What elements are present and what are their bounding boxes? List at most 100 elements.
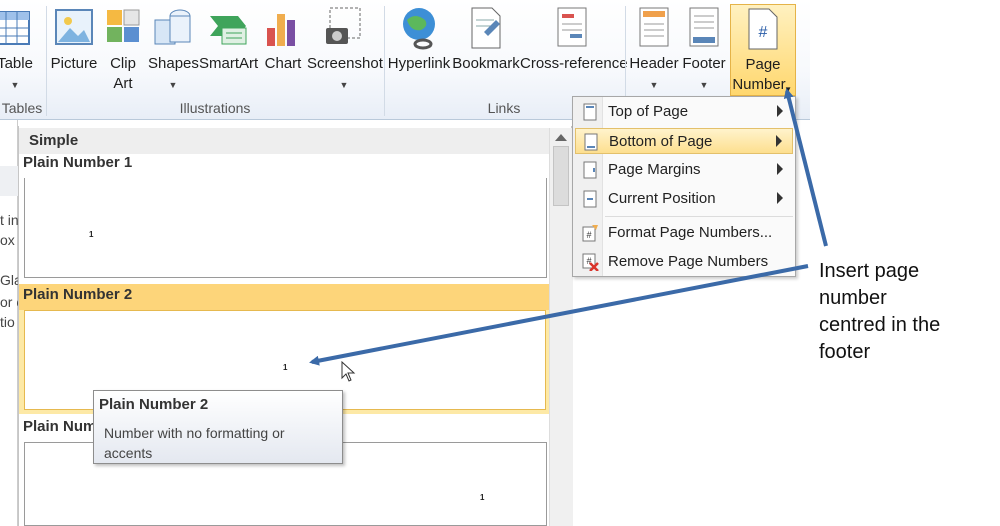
- document-text: or c: [0, 294, 18, 310]
- chevron-down-icon: ▼: [649, 80, 659, 90]
- menu-item-label: Page Margins: [608, 161, 701, 178]
- chevron-down-icon: ▼: [10, 80, 20, 90]
- format-page-numbers-icon: #: [582, 225, 598, 242]
- clip-art-label-2: Art: [113, 75, 133, 92]
- document-text: tio: [0, 314, 15, 330]
- tooltip-description: Number with no formatting or accents: [104, 425, 285, 461]
- page-number-button[interactable]: # Page Number ▼: [730, 4, 796, 96]
- smartart-label: SmartArt: [199, 55, 259, 72]
- smartart-button[interactable]: SmartArt: [199, 4, 259, 96]
- shapes-label: Shapes: [148, 55, 199, 72]
- gallery-item-plain-number-1[interactable]: 1: [24, 178, 547, 278]
- screenshot-label: Screenshot: [307, 55, 383, 72]
- group-divider: [46, 6, 47, 116]
- hyperlink-button[interactable]: Hyperlink: [386, 4, 452, 96]
- submenu-arrow-icon: [777, 105, 783, 117]
- footer-label: Footer: [682, 55, 726, 72]
- submenu-arrow-icon: [777, 163, 783, 175]
- menu-item-label: Remove Page Numbers: [608, 253, 769, 270]
- shapes-button[interactable]: Shapes ▼: [148, 4, 199, 96]
- page-number-icon: #: [748, 8, 778, 50]
- page-number-preview: 1: [480, 493, 485, 502]
- screenshot-button[interactable]: Screenshot ▼: [307, 4, 383, 96]
- remove-page-numbers-icon: #: [582, 253, 599, 271]
- document-shade: [0, 166, 18, 196]
- group-divider: [384, 6, 385, 116]
- menu-item-label: Current Position: [608, 190, 716, 207]
- group-illustrations-label: Illustrations: [179, 100, 251, 116]
- svg-text:#: #: [586, 230, 591, 240]
- chevron-down-icon: ▼: [699, 80, 709, 90]
- chart-button[interactable]: Chart: [260, 4, 306, 96]
- chart-icon: [267, 14, 295, 46]
- table-label: Table: [0, 55, 33, 72]
- gallery-item-title: Plain Number 1: [23, 154, 133, 171]
- page-top-icon: [583, 103, 597, 121]
- cross-reference-button[interactable]: Cross-reference: [520, 4, 628, 96]
- annotation-line: centred in the: [819, 314, 941, 336]
- footer-button[interactable]: Footer ▼: [680, 4, 728, 96]
- menu-item-page-margins[interactable]: Page Margins: [575, 157, 793, 183]
- gallery-item-title: Plain Num: [23, 418, 97, 435]
- chevron-down-icon: ▼: [168, 80, 178, 90]
- table-icon: [0, 11, 30, 45]
- menu-item-format-page-numbers[interactable]: # Format Page Numbers...: [575, 220, 793, 246]
- footer-icon: [689, 7, 719, 47]
- menu-divider: [605, 216, 793, 217]
- bookmark-icon: [471, 7, 501, 49]
- page-number-preview: 1: [89, 230, 94, 239]
- submenu-arrow-icon: [776, 135, 782, 147]
- cross-reference-label: Cross-reference: [520, 55, 628, 72]
- header-label: Header: [629, 55, 679, 72]
- mouse-cursor-icon: [341, 361, 356, 382]
- gallery-scrollbar[interactable]: [549, 128, 573, 526]
- page-margins-icon: [583, 161, 597, 179]
- document-text: ox a: [0, 232, 18, 248]
- tooltip-title: Plain Number 2: [99, 396, 209, 413]
- cross-reference-icon: [557, 7, 587, 47]
- gallery-item-title: Plain Number 2: [23, 286, 133, 303]
- header-icon: [639, 7, 669, 47]
- clip-art-label: Clip: [110, 55, 136, 72]
- gallery-section-title: Simple: [19, 128, 549, 154]
- tooltip: Plain Number 2 Number with no formatting…: [93, 390, 343, 464]
- document-area[interactable]: t in ox a Glas or c tio: [0, 120, 18, 526]
- bookmark-button[interactable]: Bookmark: [452, 4, 520, 96]
- annotation-note: Insert page number centred in the footer: [819, 258, 989, 366]
- menu-item-current-position[interactable]: Current Position: [575, 186, 793, 212]
- menu-item-top-of-page[interactable]: Top of Page: [575, 99, 793, 125]
- annotation-line: Insert page: [819, 260, 920, 282]
- group-tables-label: Tables: [1, 100, 43, 116]
- table-button[interactable]: Table ▼: [0, 4, 40, 96]
- header-button[interactable]: Header ▼: [628, 4, 680, 96]
- document-text: t in: [0, 212, 18, 228]
- menu-item-bottom-of-page[interactable]: Bottom of Page: [575, 128, 793, 154]
- menu-item-label: Format Page Numbers...: [608, 224, 773, 241]
- menu-item-remove-page-numbers[interactable]: # Remove Page Numbers: [575, 249, 793, 275]
- picture-label: Picture: [50, 55, 98, 72]
- hyperlink-icon: [403, 8, 435, 50]
- clip-art-button[interactable]: Clip Art: [102, 4, 144, 96]
- shapes-icon: [154, 9, 191, 45]
- page-number-glyph: #: [759, 24, 768, 41]
- page-number-gallery: Simple Plain Number 1 1 Plain Number 2 1…: [18, 126, 573, 526]
- scrollbar-thumb[interactable]: [553, 146, 569, 206]
- hyperlink-label: Hyperlink: [387, 55, 451, 72]
- page-number-preview: 1: [283, 363, 288, 372]
- current-position-icon: [583, 190, 597, 208]
- annotation-line: number: [819, 287, 887, 309]
- submenu-arrow-icon: [777, 192, 783, 204]
- chart-label: Chart: [264, 55, 302, 72]
- smartart-icon: [210, 16, 247, 45]
- menu-item-label: Bottom of Page: [609, 133, 713, 150]
- page-number-label: Page: [745, 56, 781, 73]
- picture-button[interactable]: Picture: [49, 4, 99, 96]
- page-number-menu: Top of Page Bottom of Page Page Margins …: [572, 96, 796, 277]
- menu-item-label: Top of Page: [608, 103, 689, 120]
- bookmark-label: Bookmark: [452, 55, 520, 72]
- clip-art-icon: [107, 9, 140, 42]
- scroll-up-icon[interactable]: [555, 134, 567, 141]
- picture-icon: [55, 9, 93, 45]
- annotation-line: footer: [819, 341, 871, 363]
- screenshot-icon: [326, 7, 361, 44]
